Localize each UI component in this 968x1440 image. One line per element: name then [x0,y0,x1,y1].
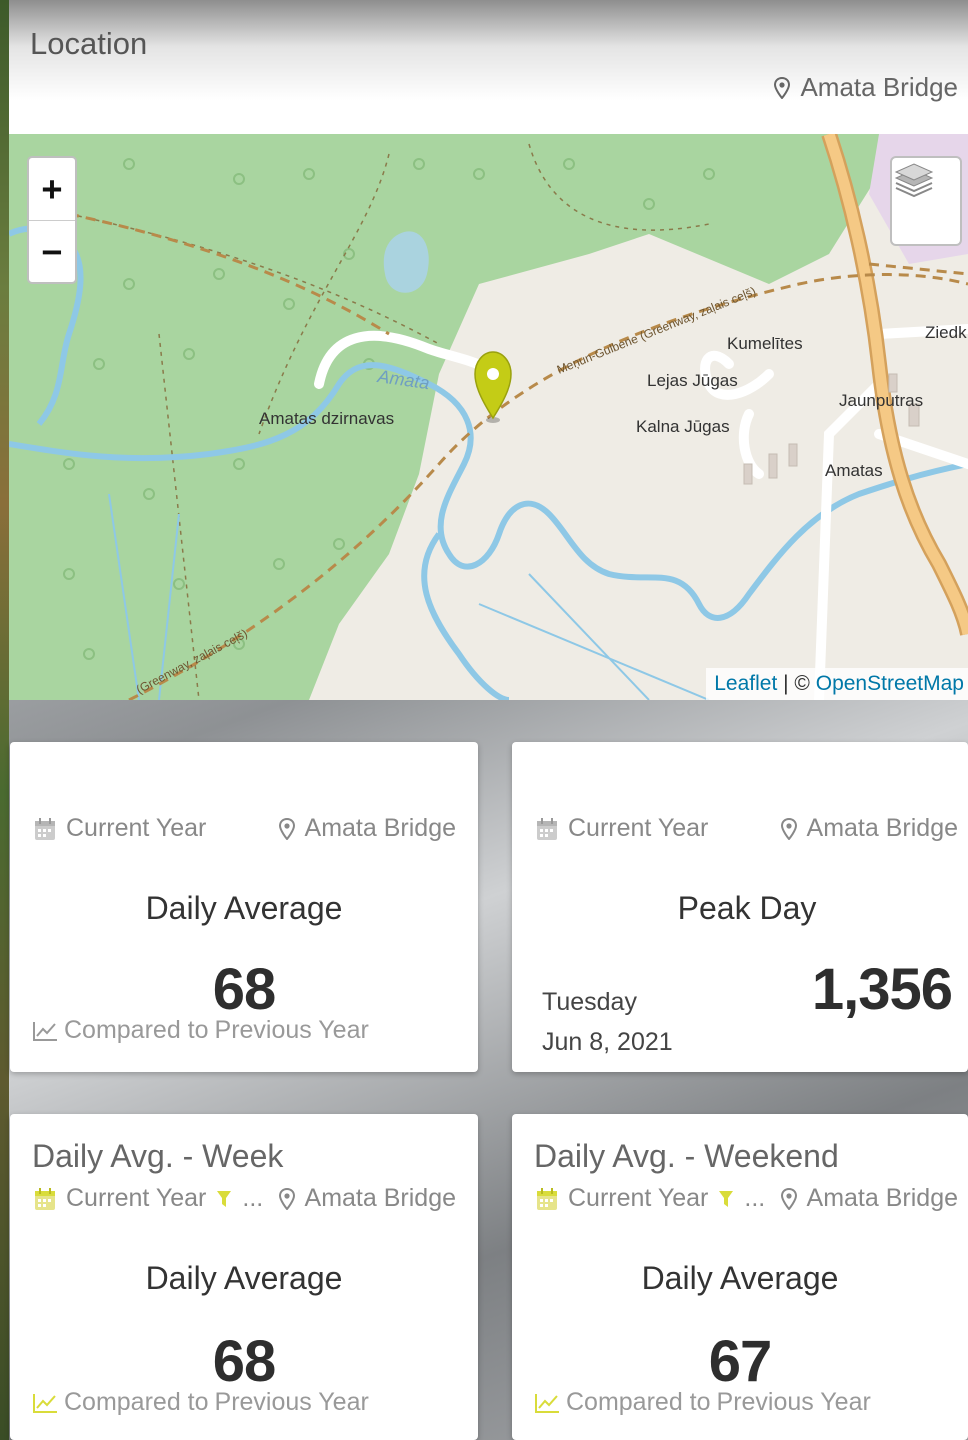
trend-chart-icon [33,1021,57,1041]
map-label-jaunputras: Jaunputras [839,391,923,410]
daily-avg-week-card[interactable]: Daily Avg. - Week Current Year ... Amata… [10,1114,478,1440]
map-pin-icon [278,817,295,840]
location-filter[interactable]: Amata Bridge [278,814,456,843]
period-label: Current Year [66,814,207,842]
map-label-kalna: Kalna Jūgas [636,417,730,436]
period-label: Current Year [66,1184,207,1212]
compare-period: Previous Year [716,1388,871,1416]
period-filter[interactable]: Current Year ... [536,1184,765,1213]
map-label-kumelites: Kumelītes [727,334,803,353]
location-filter[interactable]: Amata Bridge [780,814,958,843]
location-title: Location [30,26,148,61]
zoom-control: + − [27,156,77,284]
period-label: Current Year [568,814,709,842]
location-filter[interactable]: Amata Bridge [780,1184,958,1213]
map-pin-icon [780,817,797,840]
location-label: Amata Bridge [304,814,456,842]
location-place: Amata Bridge [774,72,958,103]
filter-more: ... [744,1184,766,1212]
map-label-lejas: Lejas Jūgas [647,371,738,390]
map-pin-icon [278,1187,295,1210]
map-view[interactable]: Amata Amatas dzirnavas Kumelītes Lejas J… [9,134,968,700]
map-label-ziedk: Ziedk [925,323,967,342]
map-label-amatas: Amatas [825,461,883,480]
daily-average-value: 67 [708,1329,773,1394]
daily-avg-weekend-card[interactable]: Daily Avg. - Weekend Current Year ... Am… [512,1114,968,1440]
calendar-icon [35,1187,55,1210]
peak-day-card[interactable]: Current Year Amata Bridge Peak Day Tuesd… [512,742,968,1072]
layers-button[interactable] [890,156,962,246]
zoom-in-button[interactable]: + [29,158,75,220]
map-pin-icon [780,1187,797,1210]
compare-link[interactable]: Compared to Previous Year [32,1388,369,1417]
location-header: Location Amata Bridge [9,0,968,134]
daily-average-card[interactable]: Current Year Amata Bridge Daily Average … [10,742,478,1072]
peak-date: Jun 8, 2021 [542,1028,673,1056]
map-marker-icon[interactable] [474,351,512,423]
leaflet-link[interactable]: Leaflet [714,672,777,695]
daily-average-value: 68 [212,1329,277,1394]
calendar-icon [537,1187,557,1210]
card-title: Daily Avg. - Week [32,1138,284,1174]
period-filter[interactable]: Current Year ... [34,1184,263,1213]
card-meta: Current Year ... Amata Bridge [34,1184,456,1213]
attribution-separator: | © [777,672,816,695]
map-attribution: Leaflet | © OpenStreetMap [706,668,968,700]
card-title: Daily Avg. - Weekend [534,1138,839,1174]
period-filter[interactable]: Current Year [536,814,708,843]
calendar-icon [35,817,55,840]
background-photo-strip [0,0,9,1440]
location-label: Amata Bridge [304,1184,456,1212]
location-label: Amata Bridge [806,814,958,842]
compare-label: Compared to [64,1016,209,1044]
map-pin-icon [774,76,791,99]
map-tiles: Amata Amatas dzirnavas Kumelītes Lejas J… [9,134,968,700]
location-filter[interactable]: Amata Bridge [278,1184,456,1213]
card-heading: Daily Average [145,890,343,926]
card-meta: Current Year Amata Bridge [536,814,958,843]
compare-link[interactable]: Compared to Previous Year [32,1016,369,1045]
location-label: Amata Bridge [806,1184,958,1212]
card-meta: Current Year Amata Bridge [34,814,456,843]
peak-weekday: Tuesday [542,988,637,1016]
filter-icon [719,1190,734,1207]
location-panel: Location Amata Bridge Amata Amatas dzirn… [9,0,968,700]
compare-label: Compared to [566,1388,711,1416]
calendar-icon [537,817,557,840]
location-place-label: Amata Bridge [800,72,958,102]
period-label: Current Year [568,1184,709,1212]
period-filter[interactable]: Current Year [34,814,206,843]
peak-day-value: 1,356 [811,957,953,1022]
card-heading: Peak Day [677,890,817,926]
map-label-mill: Amatas dzirnavas [259,409,394,428]
compare-link[interactable]: Compared to Previous Year [534,1388,871,1417]
trend-chart-icon [33,1393,57,1413]
card-meta: Current Year ... Amata Bridge [536,1184,958,1213]
filter-more: ... [242,1184,264,1212]
layers-icon [894,163,934,198]
trend-chart-icon [535,1393,559,1413]
card-heading: Daily Average [145,1260,343,1296]
compare-label: Compared to [64,1388,209,1416]
card-heading: Daily Average [641,1260,839,1296]
compare-period: Previous Year [214,1388,369,1416]
daily-average-value: 68 [212,957,277,1022]
openstreetmap-link[interactable]: OpenStreetMap [816,672,964,695]
zoom-out-button[interactable]: − [29,220,75,282]
compare-period: Previous Year [214,1016,369,1044]
filter-icon [217,1190,232,1207]
